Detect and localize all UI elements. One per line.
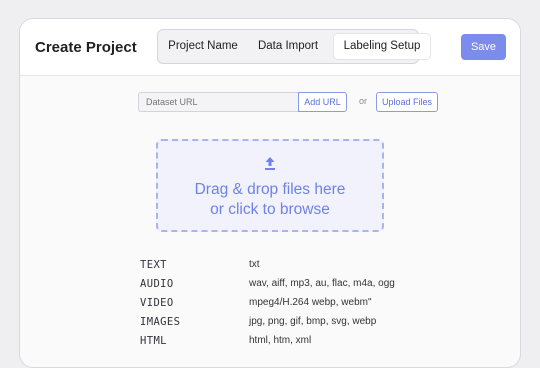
add-url-button[interactable]: Add URL: [298, 92, 347, 112]
file-type-name: IMAGES: [140, 316, 181, 328]
header-bar: Create Project Project Name Data Import …: [20, 19, 520, 76]
file-type-extensions: html, htm, xml: [249, 335, 312, 346]
file-type-name: HTML: [140, 335, 167, 347]
tab-project-name[interactable]: Project Name: [162, 34, 244, 59]
dataset-url-input[interactable]: [138, 92, 299, 112]
page-title: Create Project: [35, 39, 137, 56]
dropzone-primary-text: Drag & drop files here: [194, 181, 346, 198]
file-type-name: VIDEO: [140, 297, 174, 309]
upload-files-button[interactable]: Upload Files: [376, 92, 438, 112]
file-type-extensions: wav, aiff, mp3, au, flac, m4a, ogg: [249, 278, 395, 289]
step-tabs: Project Name Data Import Labeling Setup: [157, 29, 430, 64]
save-button[interactable]: Save: [461, 34, 506, 60]
upload-arrow-icon: [265, 157, 275, 170]
dropzone-secondary-text: or click to browse: [210, 201, 330, 218]
create-project-window: Create Project Project Name Data Import …: [19, 18, 521, 368]
file-type-name: AUDIO: [140, 278, 174, 290]
file-type-extensions: jpg, png, gif, bmp, svg, webp: [249, 316, 377, 327]
file-type-extensions: txt: [249, 259, 260, 270]
or-label: or: [359, 96, 368, 106]
tab-data-import[interactable]: Data Import: [244, 34, 332, 59]
tab-labeling-setup[interactable]: Labeling Setup: [334, 34, 430, 59]
file-type-name: TEXT: [140, 259, 167, 271]
file-dropzone[interactable]: Drag & drop files here or click to brows…: [156, 139, 384, 232]
file-type-extensions: mpeg4/H.264 webp, webm": [249, 297, 372, 308]
